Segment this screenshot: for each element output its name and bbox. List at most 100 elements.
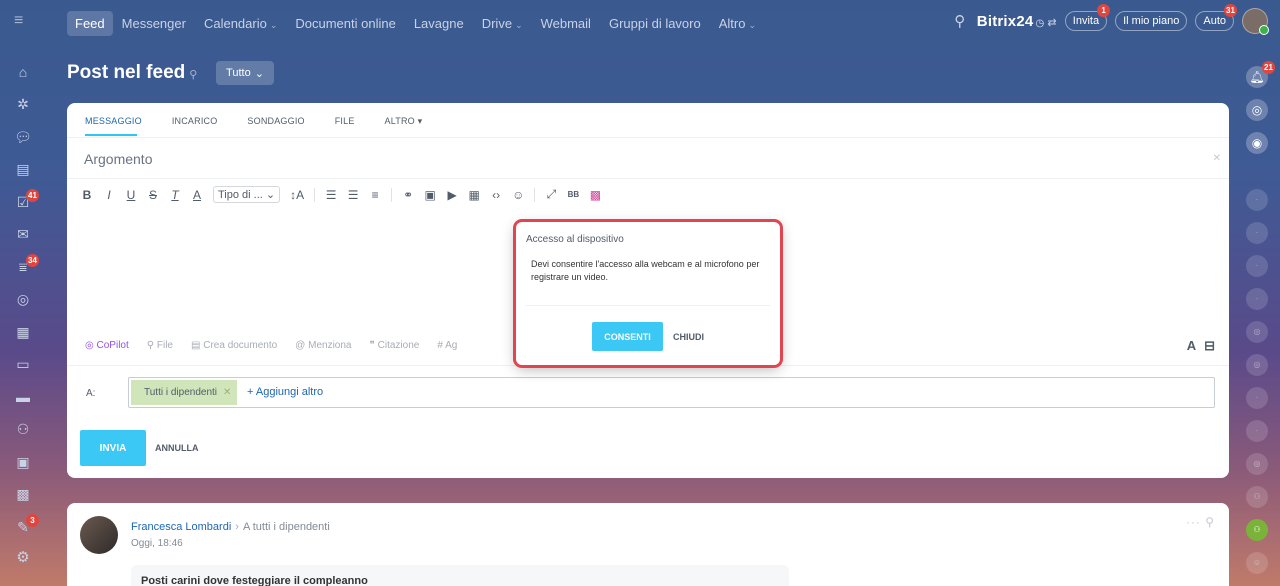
recent-chat-8[interactable]: · — [1234, 414, 1280, 447]
user-avatar[interactable] — [1242, 8, 1269, 35]
text-format-icon[interactable]: A — [1187, 338, 1196, 354]
nav-item-webmail[interactable]: Webmail — [532, 11, 600, 36]
allow-button[interactable]: CONSENTI — [592, 322, 663, 351]
recent-chat-5[interactable]: ◎ — [1234, 315, 1280, 348]
panel-icon[interactable]: ⊟ — [1204, 338, 1215, 354]
attachment-bar: ◎ CoPilot ⚲ File ▤ Crea documento @ Menz… — [85, 340, 457, 351]
underline-icon[interactable]: U — [125, 188, 137, 202]
pin-icon[interactable]: ⚲ — [189, 69, 197, 81]
storage-icon[interactable]: ▬ — [0, 381, 46, 414]
video-record-icon[interactable]: ▩ — [589, 188, 601, 202]
avatar[interactable] — [80, 516, 118, 554]
schedule-icon[interactable]: ▩ — [0, 479, 46, 512]
tasks-icon[interactable]: ☑ 41 — [0, 186, 46, 219]
nav-item-calendar[interactable]: Calendario ⌄ — [195, 11, 286, 36]
chat-icon[interactable]: 💬︎ — [0, 121, 46, 154]
nav-item-more[interactable]: Altro ⌄ — [710, 11, 765, 36]
post-date[interactable]: Oggi, 18:46 — [131, 538, 183, 549]
more-icon[interactable]: ··· ⚲ — [1186, 515, 1215, 529]
recipients-field[interactable]: Tutti i dipendenti ✕ + Aggiungi altro — [128, 377, 1215, 408]
post-recipient[interactable]: A tutti i dipendenti — [243, 521, 330, 533]
tab-poll[interactable]: SONDAGGIO — [247, 116, 319, 127]
auto-button[interactable]: Auto 31 — [1195, 4, 1237, 31]
recent-chat-4[interactable]: · — [1234, 282, 1280, 315]
nav-item-feed[interactable]: Feed — [67, 11, 113, 36]
recent-chat-10[interactable]: ⚇ — [1234, 480, 1280, 513]
nav-item-documents[interactable]: Documenti online — [286, 11, 404, 36]
home-icon[interactable]: ⌂ — [0, 56, 46, 89]
font-size-icon[interactable]: ↕A — [290, 188, 304, 202]
recent-chat-9[interactable]: ◎ — [1234, 447, 1280, 480]
recent-chat-1[interactable]: · — [1234, 183, 1280, 216]
mail-icon[interactable]: ✉ — [0, 219, 46, 252]
add-recipient-link[interactable]: + Aggiungi altro — [247, 386, 323, 398]
bullet-list-icon[interactable]: ☰ — [347, 188, 359, 202]
video-icon[interactable]: ▶ — [446, 188, 458, 202]
feed-filter-icon[interactable]: ⩸ 34 — [0, 251, 46, 284]
tag-button[interactable]: # Ag — [437, 340, 457, 351]
tab-task[interactable]: INCARICO — [172, 116, 233, 127]
presentation-icon[interactable]: ▣ — [0, 446, 46, 479]
feed-filter-dropdown[interactable]: Tutto ⌄ — [216, 61, 274, 85]
link-icon[interactable]: ⚭ — [402, 188, 414, 202]
approval-icon[interactable]: ✎ 3 — [0, 511, 46, 544]
pin-icon[interactable]: ⚲ — [1205, 515, 1215, 529]
menu-icon[interactable]: ≡ — [14, 13, 30, 29]
fullscreen-icon[interactable]: ⤢ — [545, 187, 557, 202]
my-plan-button[interactable]: Il mio piano — [1115, 11, 1188, 31]
image-icon[interactable]: ▣ — [424, 188, 436, 202]
subject-input[interactable]: Argomento — [84, 151, 152, 167]
recent-chat-11[interactable]: ⚇ — [1234, 513, 1280, 546]
text-color-icon[interactable]: A — [191, 188, 203, 202]
mention-button[interactable]: @ Menziona — [295, 340, 351, 351]
close-icon[interactable]: ✕ — [1213, 153, 1221, 164]
tab-file[interactable]: FILE — [335, 116, 370, 127]
numbered-list-icon[interactable]: ☰ — [325, 188, 337, 202]
copilot-icon[interactable]: ✲ — [0, 89, 46, 122]
emoji-icon[interactable]: ☺ — [512, 188, 524, 202]
calendar-icon[interactable]: ▦ — [0, 316, 46, 349]
table-icon[interactable]: ▦ — [468, 188, 480, 202]
tab-message[interactable]: MESSAGGIO — [85, 116, 157, 127]
messages-button[interactable]: ◉ — [1234, 126, 1280, 159]
recent-chat-12[interactable]: ☺ — [1234, 546, 1280, 579]
post-content[interactable]: Posti carini dove festeggiare il complea… — [131, 565, 789, 586]
clear-format-icon[interactable]: T — [169, 188, 181, 202]
copilot-chat-button[interactable]: ◎ — [1234, 93, 1280, 126]
document-icon[interactable]: ▤ — [0, 154, 46, 187]
author-link[interactable]: Francesca Lombardi — [131, 521, 231, 533]
attach-file-button[interactable]: ⚲ File — [147, 340, 173, 351]
remove-icon[interactable]: ✕ — [223, 387, 231, 398]
recent-chat-7[interactable]: · — [1234, 381, 1280, 414]
bbcode-icon[interactable]: BB — [567, 190, 580, 199]
strikethrough-icon[interactable]: S — [147, 188, 159, 202]
close-button[interactable]: CHIUDI — [673, 332, 704, 342]
search-icon[interactable]: ⚲ — [951, 12, 969, 30]
cancel-button[interactable]: ANNULLA — [155, 443, 199, 453]
quote-button[interactable]: ❞ Citazione — [369, 340, 419, 351]
bold-icon[interactable]: B — [81, 188, 93, 202]
recent-chat-2[interactable]: · — [1234, 216, 1280, 249]
copilot-button[interactable]: ◎ CoPilot — [85, 340, 129, 351]
font-style-select[interactable]: Tipo di ... ⌄ — [213, 186, 281, 203]
nav-item-drive[interactable]: Drive ⌄ — [473, 11, 532, 36]
users-icon[interactable]: ⚇ — [0, 414, 46, 447]
nav-item-workgroups[interactable]: Gruppi di lavoro — [600, 11, 710, 36]
recent-chat-6[interactable]: ◎ — [1234, 348, 1280, 381]
brand-logo[interactable]: Bitrix24 ◷ ⇄ — [977, 13, 1057, 30]
recipient-chip[interactable]: Tutti i dipendenti ✕ — [131, 380, 238, 405]
code-icon[interactable]: ‹› — [490, 188, 502, 202]
nav-item-messenger[interactable]: Messenger — [113, 11, 195, 36]
crm-icon[interactable]: ◎ — [0, 284, 46, 317]
nav-item-boards[interactable]: Lavagne — [405, 11, 473, 36]
italic-icon[interactable]: I — [103, 188, 115, 202]
align-icon[interactable]: ≡ — [369, 188, 381, 202]
recent-chat-3[interactable]: · — [1234, 249, 1280, 282]
file-icon[interactable]: ▭ — [0, 349, 46, 382]
notifications-button[interactable]: 🔔︎ 21 — [1234, 60, 1280, 93]
create-document-button[interactable]: ▤ Crea documento — [191, 340, 277, 351]
invite-button[interactable]: Invita 1 — [1064, 4, 1111, 31]
send-button[interactable]: INVIA — [80, 430, 146, 466]
tab-more[interactable]: ALTRO ▾ — [385, 116, 438, 127]
settings-gear-icon[interactable]: ⚙ — [0, 548, 46, 566]
